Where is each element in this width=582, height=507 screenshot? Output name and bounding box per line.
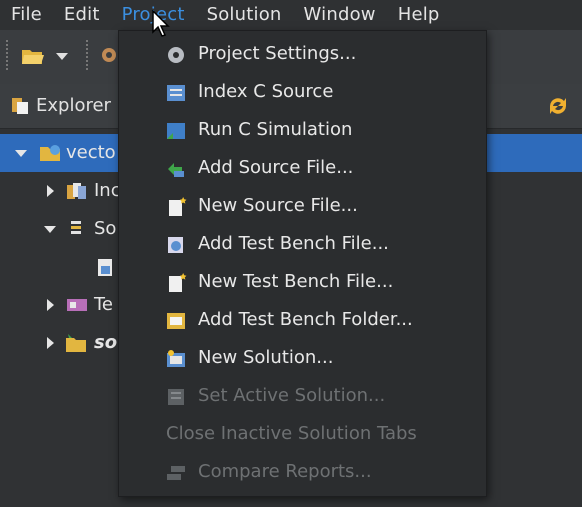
project-icon bbox=[40, 145, 60, 161]
menu-item-label: Add Test Bench File... bbox=[198, 233, 389, 254]
tree-item-label: So bbox=[94, 218, 117, 239]
tree-item-label: Inc bbox=[94, 180, 121, 201]
menu-item-label: Index C Source bbox=[198, 81, 334, 102]
menu-item-add-source-file[interactable]: Add Source File... bbox=[119, 150, 486, 188]
collapse-arrow-icon[interactable] bbox=[44, 226, 56, 233]
menu-item-label: New Source File... bbox=[198, 195, 358, 216]
add-folder-icon bbox=[167, 313, 185, 329]
menu-item-add-test-bench-folder[interactable]: Add Test Bench Folder... bbox=[119, 302, 486, 340]
dropdown-arrow-icon[interactable] bbox=[56, 53, 68, 61]
testbench-icon bbox=[67, 299, 87, 311]
sync-icon[interactable] bbox=[546, 94, 570, 118]
new-testbench-icon bbox=[169, 273, 187, 292]
explorer-title: Explorer bbox=[36, 95, 111, 116]
menu-file[interactable]: File bbox=[0, 0, 53, 30]
menu-item-label: Run C Simulation bbox=[198, 119, 353, 140]
project-menu-dropdown: Project Settings... Index C Source Run C… bbox=[118, 30, 487, 497]
index-icon bbox=[167, 85, 185, 101]
new-file-icon bbox=[169, 197, 187, 216]
add-file-icon bbox=[168, 163, 184, 177]
menu-item-label: Close Inactive Solution Tabs bbox=[166, 423, 417, 444]
expand-arrow-icon[interactable] bbox=[47, 337, 54, 349]
menu-edit[interactable]: Edit bbox=[53, 0, 111, 30]
compare-icon bbox=[167, 466, 185, 480]
menu-item-label: New Solution... bbox=[198, 347, 334, 368]
toolbar-separator bbox=[86, 40, 91, 70]
includes-icon bbox=[67, 183, 86, 199]
menu-item-add-test-bench-file[interactable]: Add Test Bench File... bbox=[119, 226, 486, 264]
mouse-cursor-icon bbox=[152, 10, 170, 37]
toolbar-grip[interactable] bbox=[6, 40, 11, 70]
open-folder-icon[interactable] bbox=[20, 45, 46, 67]
source-file-icon bbox=[98, 259, 112, 276]
add-testbench-icon bbox=[168, 237, 183, 253]
tree-item-label: Te bbox=[94, 294, 114, 315]
simulation-icon bbox=[167, 123, 185, 139]
menu-solution[interactable]: Solution bbox=[196, 0, 293, 30]
solution-folder-icon bbox=[66, 334, 86, 352]
active-solution-icon bbox=[168, 389, 184, 405]
tree-item-label: vecto bbox=[66, 142, 116, 163]
gear-icon bbox=[168, 47, 184, 63]
menu-item-new-solution[interactable]: New Solution... bbox=[119, 340, 486, 378]
menu-help[interactable]: Help bbox=[387, 0, 451, 30]
menu-item-label: Add Source File... bbox=[198, 157, 354, 178]
source-folder-icon bbox=[71, 221, 81, 234]
explorer-icon bbox=[12, 98, 28, 114]
tree-item-label: so bbox=[94, 332, 118, 353]
menu-item-compare-reports[interactable]: Compare Reports... bbox=[119, 454, 486, 492]
menu-item-project-settings[interactable]: Project Settings... bbox=[119, 36, 486, 74]
menu-bar: File Edit Project Solution Window Help bbox=[0, 0, 582, 30]
menu-item-label: Project Settings... bbox=[198, 43, 357, 64]
menu-item-label: Compare Reports... bbox=[198, 461, 372, 482]
menu-item-new-test-bench-file[interactable]: New Test Bench File... bbox=[119, 264, 486, 302]
menu-item-new-source-file[interactable]: New Source File... bbox=[119, 188, 486, 226]
expand-arrow-icon[interactable] bbox=[47, 299, 54, 311]
expand-arrow-icon[interactable] bbox=[47, 185, 54, 197]
menu-item-index-c-source[interactable]: Index C Source bbox=[119, 74, 486, 112]
menu-item-label: Set Active Solution... bbox=[198, 385, 386, 406]
menu-item-label: New Test Bench File... bbox=[198, 271, 394, 292]
collapse-arrow-icon[interactable] bbox=[15, 150, 27, 157]
menu-item-label: Add Test Bench Folder... bbox=[198, 309, 413, 330]
menu-window[interactable]: Window bbox=[293, 0, 387, 30]
menu-item-close-inactive-solution-tabs[interactable]: Close Inactive Solution Tabs bbox=[119, 416, 486, 454]
settings-toolbar-icon[interactable] bbox=[100, 44, 118, 66]
new-solution-icon bbox=[167, 350, 185, 367]
menu-item-run-c-simulation[interactable]: Run C Simulation bbox=[119, 112, 486, 150]
menu-item-set-active-solution[interactable]: Set Active Solution... bbox=[119, 378, 486, 416]
